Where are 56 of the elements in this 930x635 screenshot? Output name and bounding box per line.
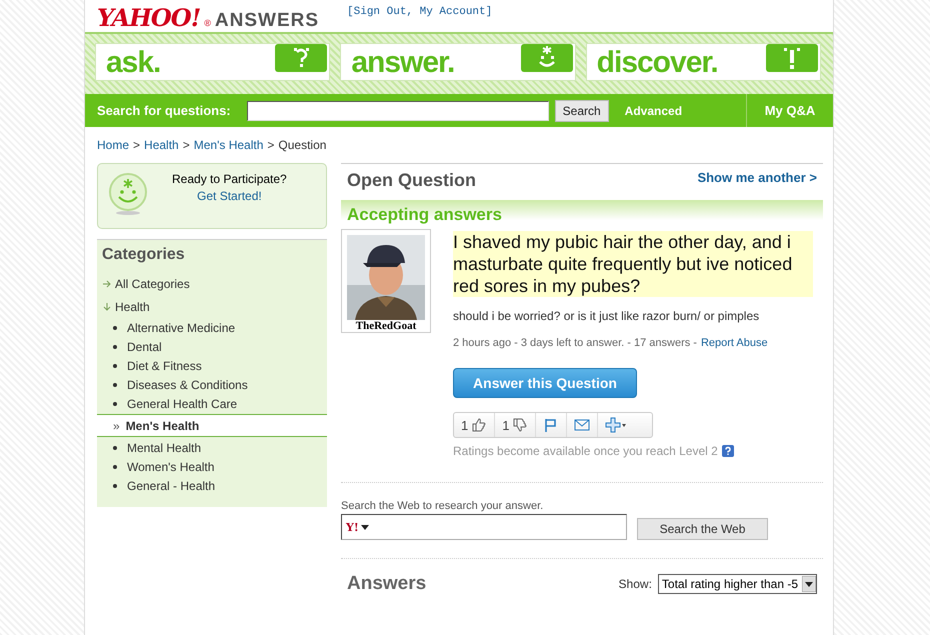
search-label: Search for questions: [97, 103, 231, 118]
thumbs-up-button[interactable]: 1 [454, 413, 496, 437]
category-link[interactable]: Health [115, 300, 150, 314]
breadcrumb-separator: > [182, 138, 190, 152]
thumbs-up-icon [471, 417, 488, 433]
show-another-link[interactable]: Show me another > [697, 170, 817, 200]
breadcrumb-item: Question [278, 138, 326, 152]
subcategory-item[interactable]: Diet & Fitness [97, 356, 327, 375]
registered-mark: ® [204, 19, 211, 28]
product-name: ANSWERS [214, 11, 320, 30]
report-abuse-link[interactable]: Report Abuse [700, 337, 768, 349]
account-links[interactable]: [Sign Out, My Account] [347, 6, 492, 32]
tile-icon [275, 44, 328, 72]
answers-heading: Answers [347, 573, 426, 595]
user-avatar[interactable]: TheRedGoat [341, 229, 431, 333]
breadcrumb-item[interactable]: Home [97, 138, 130, 152]
subcategory-item[interactable]: General - Health [97, 476, 327, 495]
envelope-icon [574, 417, 590, 433]
subcategory-item[interactable]: Diseases & Conditions [97, 375, 327, 394]
subcategory-item[interactable]: Dental [97, 337, 327, 356]
search-web-button[interactable]: Search the Web [637, 518, 768, 540]
breadcrumb-separator: > [133, 138, 140, 152]
breadcrumb-item[interactable]: Health [144, 138, 179, 152]
subcategory-item[interactable]: Mental Health [97, 438, 327, 457]
breadcrumb-separator: > [267, 138, 274, 152]
question-meta: 2 hours ago - 3 days left to answer. - 17 answers - [453, 337, 697, 349]
web-search-field[interactable]: Y! [341, 514, 627, 540]
thumbs-down-icon [512, 417, 528, 433]
filter-dropdown[interactable]: Total rating higher than -5 [658, 574, 817, 594]
search-field[interactable] [246, 100, 549, 120]
tile-icon [520, 44, 573, 72]
subcategory-item[interactable]: Women's Health [97, 457, 327, 476]
dropdown-arrow-icon[interactable] [802, 576, 816, 592]
subcategory-item[interactable]: General Health Care [97, 394, 327, 413]
question-title: I shaved my pubic hair the other day, and i masturbate quite frequently but ive noticed red sores in my pubes? [453, 231, 813, 297]
caret-icon [360, 524, 369, 530]
help-icon[interactable] [722, 445, 734, 457]
category-link[interactable]: All Categories [115, 276, 190, 290]
logo-text[interactable]: YAHOO! [97, 3, 200, 32]
breadcrumb-item[interactable]: Men's Health [194, 138, 264, 152]
plus-icon [605, 417, 628, 433]
get-started-link[interactable]: Get Started! [197, 189, 262, 203]
question-details: should i be worried? or is it just like razor burn/ or pimples [453, 309, 760, 323]
tile-icon [766, 44, 818, 72]
subcategory-item[interactable]: Alternative Medicine [97, 318, 327, 337]
participate-prompt: Ready to Participate? [172, 172, 287, 186]
question-status: Open Question [347, 170, 476, 192]
username[interactable]: TheRedGoat [347, 320, 425, 332]
search-button[interactable]: Search [554, 100, 609, 122]
web-search-label: Search the Web to research your answer. [341, 500, 544, 512]
show-label: Show: [618, 577, 652, 591]
ratings-note: Ratings become available once you reach Level 2 [453, 444, 718, 458]
subcategory-item[interactable]: » Men's Health [97, 414, 327, 437]
categories-title: Categories [101, 246, 186, 264]
thumbs-down-button[interactable]: 1 [495, 413, 536, 437]
smiley-icon [108, 172, 148, 216]
